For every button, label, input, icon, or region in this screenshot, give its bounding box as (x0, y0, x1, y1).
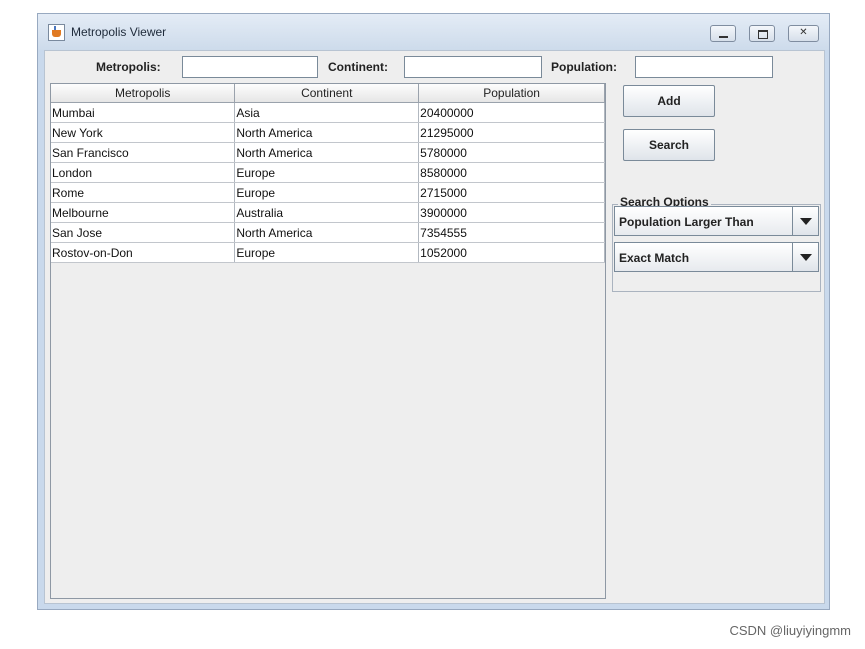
content-pane: Metropolis: Continent: Population: Metro… (44, 50, 825, 604)
java-cup-icon (48, 24, 65, 41)
population-input[interactable] (635, 56, 773, 78)
table-cell[interactable]: Asia (234, 102, 420, 123)
table-row[interactable]: Mumbai Asia 20400000 (51, 102, 605, 123)
add-button[interactable]: Add (623, 85, 715, 117)
search-button[interactable]: Search (623, 129, 715, 161)
app-window: Metropolis Viewer ✕ Metropolis: Continen… (37, 13, 830, 610)
column-header-metropolis[interactable]: Metropolis (51, 84, 236, 103)
column-header-continent[interactable]: Continent (234, 84, 420, 103)
table-cell[interactable]: 7354555 (418, 222, 605, 243)
table-cell[interactable]: Rostov-on-Don (51, 242, 236, 263)
table-cell[interactable]: 20400000 (418, 102, 605, 123)
table-cell[interactable]: Europe (234, 162, 420, 183)
title-bar[interactable]: Metropolis Viewer ✕ (38, 14, 829, 50)
search-mode-arrow-button[interactable] (792, 207, 818, 235)
continent-input[interactable] (404, 56, 542, 78)
continent-label: Continent: (328, 60, 388, 74)
table-cell[interactable]: Melbourne (51, 202, 236, 223)
table-cell[interactable]: 8580000 (418, 162, 605, 183)
table-header-row: Metropolis Continent Population (51, 84, 605, 103)
watermark: CSDN @liuyiyingmm (729, 623, 851, 638)
minimize-button[interactable] (710, 25, 736, 42)
table-scroll-pane[interactable]: Metropolis Continent Population Mumbai As… (50, 83, 606, 599)
table-cell[interactable]: Rome (51, 182, 236, 203)
table-cell[interactable]: Australia (234, 202, 420, 223)
table-cell[interactable]: 1052000 (418, 242, 605, 263)
maximize-button[interactable] (749, 25, 775, 42)
close-icon: ✕ (799, 27, 808, 38)
window-title: Metropolis Viewer (71, 25, 167, 39)
table-cell[interactable]: 2715000 (418, 182, 605, 203)
chevron-down-icon (800, 218, 812, 225)
table-row[interactable]: New York North America 21295000 (51, 122, 605, 143)
table-row[interactable]: Rostov-on-Don Europe 1052000 (51, 242, 605, 263)
chevron-down-icon (800, 254, 812, 261)
table-cell[interactable]: New York (51, 122, 236, 143)
table-row[interactable]: Melbourne Australia 3900000 (51, 202, 605, 223)
table-cell[interactable]: Mumbai (51, 102, 236, 123)
table-cell[interactable]: London (51, 162, 236, 183)
column-header-population[interactable]: Population (418, 84, 605, 103)
match-type-value: Exact Match (619, 251, 690, 265)
metropolis-input[interactable] (182, 56, 318, 78)
table-cell[interactable]: San Francisco (51, 142, 236, 163)
table-cell[interactable]: North America (234, 142, 420, 163)
table-row[interactable]: San Francisco North America 5780000 (51, 142, 605, 163)
table-cell[interactable]: 5780000 (418, 142, 605, 163)
table-cell[interactable]: North America (234, 222, 420, 243)
match-type-arrow-button[interactable] (792, 243, 818, 271)
table-cell[interactable]: Europe (234, 182, 420, 203)
minimize-icon (719, 36, 728, 38)
table-cell[interactable]: Europe (234, 242, 420, 263)
search-mode-dropdown[interactable]: Population Larger Than (614, 206, 819, 236)
table-cell[interactable]: North America (234, 122, 420, 143)
metropolis-table[interactable]: Metropolis Continent Population Mumbai As… (51, 84, 605, 263)
table-row[interactable]: Rome Europe 2715000 (51, 182, 605, 203)
table-row[interactable]: San Jose North America 7354555 (51, 222, 605, 243)
table-cell[interactable]: San Jose (51, 222, 236, 243)
metropolis-label: Metropolis: (96, 60, 161, 74)
table-row[interactable]: London Europe 8580000 (51, 162, 605, 183)
table-cell[interactable]: 3900000 (418, 202, 605, 223)
population-label: Population: (551, 60, 617, 74)
close-button[interactable]: ✕ (788, 25, 819, 42)
match-type-dropdown[interactable]: Exact Match (614, 242, 819, 272)
table-cell[interactable]: 21295000 (418, 122, 605, 143)
maximize-icon (758, 30, 768, 39)
search-mode-value: Population Larger Than (619, 215, 754, 229)
